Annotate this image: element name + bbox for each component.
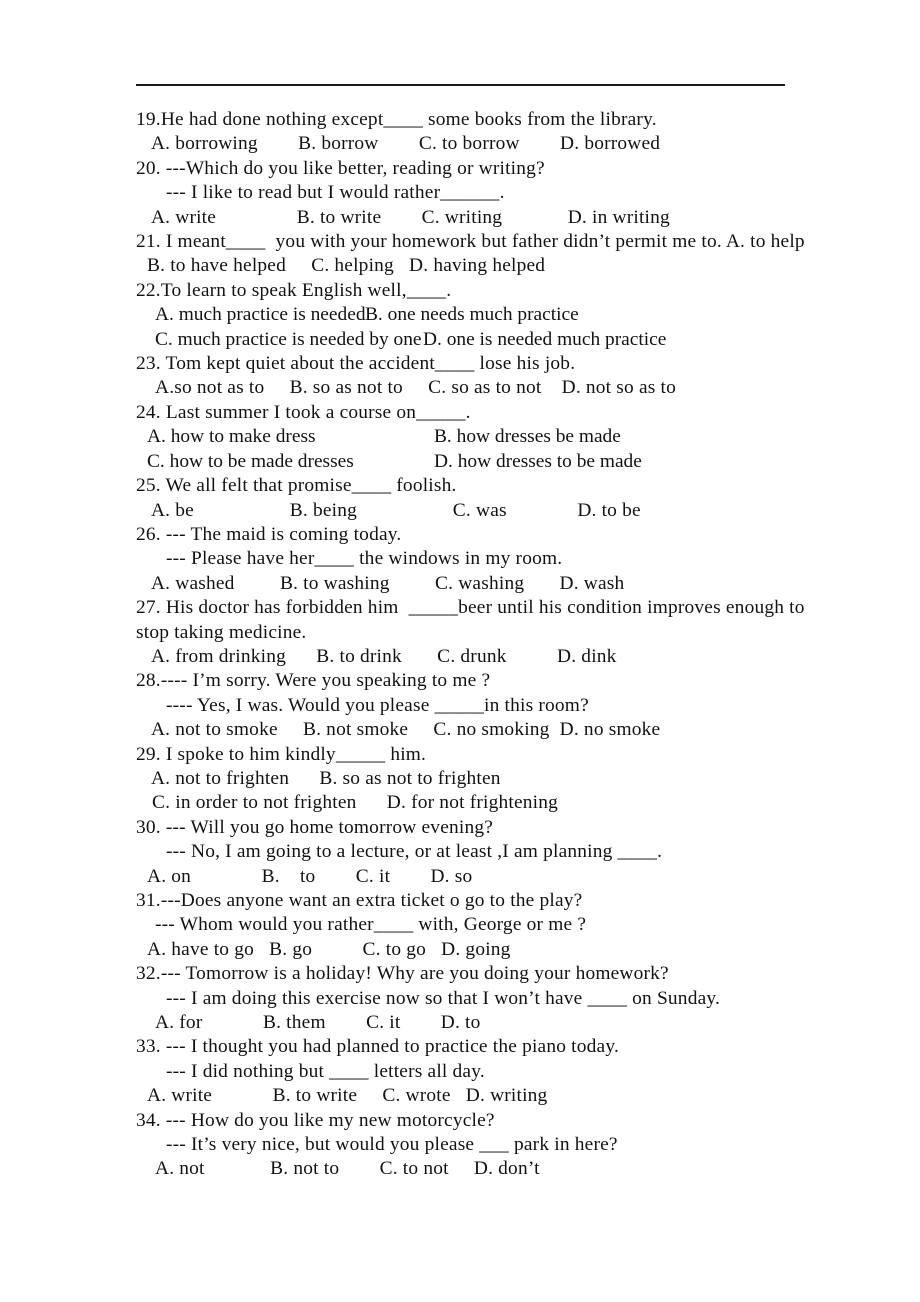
question-item-27: 27. His doctor has forbidden him _____be… xyxy=(0,596,920,669)
header-horizontal-rule xyxy=(136,84,785,86)
question-options: A. washed B. to washing C. washing D. wa… xyxy=(147,572,625,594)
question-stem: 29. I spoke to him kindly_____ him. xyxy=(136,743,427,765)
question-reply: --- It’s very nice, but would you please… xyxy=(166,1134,618,1156)
question-options: B. to have helped C. helping D. having h… xyxy=(147,255,546,277)
question-reply: --- I like to read but I would rather___… xyxy=(166,182,505,204)
question-options: A. not B. not to C. to not D. don’t xyxy=(155,1158,540,1180)
question-item-29: 29. I spoke to him kindly_____ him. A. n… xyxy=(0,743,920,816)
question-reply: --- Whom would you rather____ with, Geor… xyxy=(155,914,587,936)
question-options-row: A. much practice is neededB. one needs m… xyxy=(0,303,920,327)
option-d: D. how dresses to be made xyxy=(434,450,642,472)
option-c: C. how to be made dresses xyxy=(147,450,354,472)
question-list: 19.He had done nothing except____ some b… xyxy=(0,108,920,1182)
question-stem: 25. We all felt that promise____ foolish… xyxy=(136,475,457,497)
question-stem: 33. --- I thought you had planned to pra… xyxy=(136,1036,620,1058)
question-options: A. write B. to write C. wrote D. writing xyxy=(147,1085,548,1107)
question-stem: 30. --- Will you go home tomorrow evenin… xyxy=(136,816,494,838)
question-options: A. for B. them C. it D. to xyxy=(155,1012,481,1034)
question-reply: --- I am doing this exercise now so that… xyxy=(166,987,721,1009)
question-reply: --- Please have her____ the windows in m… xyxy=(166,548,563,570)
question-options: A. not to smoke B. not smoke C. no smoki… xyxy=(147,719,661,741)
question-item-19: 19.He had done nothing except____ some b… xyxy=(0,108,920,157)
question-stem: 31.---Does anyone want an extra ticket o… xyxy=(136,890,583,911)
question-options: C. in order to not frighten D. for not f… xyxy=(147,792,558,814)
question-reply: --- I did nothing but ____ letters all d… xyxy=(166,1060,485,1082)
question-reply: --- No, I am going to a lecture, or at l… xyxy=(166,841,663,863)
question-stem: 23. Tom kept quiet about the accident___… xyxy=(136,353,576,375)
question-stem: 20. ---Which do you like better, reading… xyxy=(136,157,545,179)
question-stem: 19.He had done nothing except____ some b… xyxy=(136,109,657,130)
question-options-row: C. much practice is needed by oneD. one … xyxy=(0,328,920,352)
question-item-25: 25. We all felt that promise____ foolish… xyxy=(0,474,920,523)
question-item-34: 34. --- How do you like my new motorcycl… xyxy=(0,1109,920,1182)
question-stem: 28.---- I’m sorry. Were you speaking to … xyxy=(136,670,491,692)
question-stem: 32.--- Tomorrow is a holiday! Why are yo… xyxy=(136,963,669,985)
question-options: A. not to frighten B. so as not to frigh… xyxy=(147,767,501,789)
question-options: A. from drinking B. to drink C. drunk D.… xyxy=(147,645,617,667)
document-page: 19.He had done nothing except____ some b… xyxy=(0,0,920,1302)
question-stem: 34. --- How do you like my new motorcycl… xyxy=(136,1109,495,1131)
question-stem-wrap: stop taking medicine. xyxy=(136,621,307,643)
question-options: A. on B. to C. it D. so xyxy=(147,865,473,887)
question-item-33: 33. --- I thought you had planned to pra… xyxy=(0,1035,920,1108)
question-options: A. write B. to write C. writing D. in wr… xyxy=(147,206,670,228)
question-options: A. have to go B. go C. to go D. going xyxy=(147,938,511,960)
question-item-21: 21. I meant____ you with your homework b… xyxy=(0,230,920,279)
question-options: A. borrowing B. borrow C. to borrow D. b… xyxy=(147,133,661,155)
question-item-23: 23. Tom kept quiet about the accident___… xyxy=(0,352,920,401)
question-item-32: 32.--- Tomorrow is a holiday! Why are yo… xyxy=(0,962,920,1035)
question-item-30: 30. --- Will you go home tomorrow evenin… xyxy=(0,816,920,889)
question-stem: 27. His doctor has forbidden him _____be… xyxy=(136,597,805,619)
question-item-22: 22.To learn to speak English well,____. … xyxy=(0,279,920,352)
question-stem: 22.To learn to speak English well,____. xyxy=(136,279,452,301)
question-item-26: 26. --- The maid is coming today. --- Pl… xyxy=(0,523,920,596)
question-stem: 24. Last summer I took a course on_____. xyxy=(136,401,471,423)
question-item-28: 28.---- I’m sorry. Were you speaking to … xyxy=(0,669,920,742)
question-stem: 21. I meant____ you with your homework b… xyxy=(136,231,805,253)
question-options: A.so not as to B. so as not to C. so as … xyxy=(155,377,677,399)
question-stem: 26. --- The maid is coming today. xyxy=(136,523,402,545)
question-options-row: C. how to be made dresses D. how dresses … xyxy=(0,450,920,474)
option-d: D. one is needed much practice xyxy=(423,328,667,350)
option-a: A. much practice is needed xyxy=(155,304,366,326)
question-options: A. be B. being C. was D. to be xyxy=(147,499,641,521)
option-b: B. how dresses be made xyxy=(434,426,621,448)
option-a: A. how to make dress xyxy=(147,426,316,448)
option-b: B. one needs much practice xyxy=(365,304,579,326)
question-item-31: 31.---Does anyone want an extra ticket o… xyxy=(0,889,920,962)
question-item-24: 24. Last summer I took a course on_____.… xyxy=(0,401,920,474)
question-item-20: 20. ---Which do you like better, reading… xyxy=(0,157,920,230)
option-c: C. much practice is needed by one xyxy=(155,328,422,350)
question-reply: ---- Yes, I was. Would you please _____i… xyxy=(166,694,589,716)
question-options-row: A. how to make dress B. how dresses be ma… xyxy=(0,425,920,449)
